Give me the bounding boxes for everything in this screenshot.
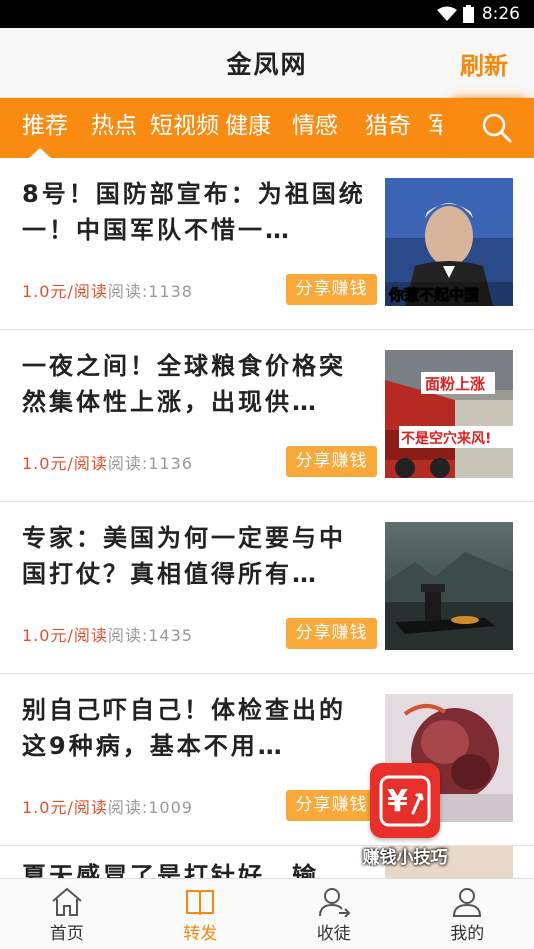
status-time: 8:26 (481, 4, 520, 24)
article-reads: 阅读:1435 (107, 626, 193, 645)
article-meta: 1.0元/阅读阅读:1435 (22, 622, 193, 646)
article-meta: 1.0元/阅读阅读:1136 (22, 450, 193, 474)
article-meta: 1.0元/阅读阅读:1009 (22, 794, 193, 818)
app-title: 金凤网 (226, 49, 308, 79)
share-earn-button[interactable]: 分享赚钱 (286, 274, 377, 305)
tab-recommend[interactable]: 推荐 (0, 98, 80, 158)
article-title: 8号！国防部宣布：为祖国统一！中国军队不惜一… (22, 180, 366, 244)
article-reads: 阅读:1136 (107, 454, 193, 473)
battery-icon (462, 5, 474, 23)
share-earn-button[interactable]: 分享赚钱 (286, 446, 377, 477)
nav-recruit[interactable]: 收徒 (267, 879, 401, 949)
profile-icon (453, 888, 482, 917)
tab-emotion[interactable]: 情感 (279, 98, 351, 158)
article-list: 8号！国防部宣布：为祖国统一！中国军队不惜一… 1.0元/阅读阅读:1138 分… (0, 158, 534, 878)
tab-health[interactable]: 健康 (221, 98, 279, 158)
add-user-icon (318, 888, 351, 917)
article-thumbnail[interactable] (385, 522, 513, 650)
wifi-icon (436, 6, 457, 21)
article-price: 1.0元/阅读 (22, 798, 108, 817)
article-meta: 1.0元/阅读阅读:1138 (22, 278, 193, 302)
bottom-navigation: 首页 转发 收徒 我的 (0, 878, 534, 949)
article-price: 1.0元/阅读 (22, 626, 108, 645)
article-price: 1.0元/阅读 (22, 454, 108, 473)
thumb-caption-1: 面粉上涨 (425, 375, 485, 393)
book-icon (186, 890, 215, 916)
home-icon (52, 887, 82, 916)
article-title: 一夜之间！全球粮食价格突然集体性上涨，出现供… (22, 352, 346, 416)
article-title: 专家：美国为何一定要与中国打仗？真相值得所有… (22, 524, 346, 588)
earning-tips-label: 赚钱小技巧 (362, 848, 448, 868)
tab-short-video[interactable]: 短视频 (148, 98, 221, 158)
share-earn-button[interactable]: 分享赚钱 (286, 618, 377, 649)
thumb-caption-2: 不是空穴来风! (401, 430, 491, 447)
money-icon: ¥ (370, 763, 440, 838)
article-reads: 阅读:1009 (107, 798, 193, 817)
nav-profile-label: 我的 (450, 924, 485, 944)
list-item[interactable]: 一夜之间！全球粮食价格突然集体性上涨，出现供… 1.0元/阅读阅读:1136 分… (0, 330, 534, 502)
refresh-button[interactable]: 刷新 (460, 46, 508, 81)
list-item[interactable]: 夏天感冒了是打针好，输 (0, 846, 534, 878)
tab-military[interactable]: 军 (424, 98, 442, 158)
article-reads: 阅读:1138 (107, 282, 193, 301)
article-price: 1.0元/阅读 (22, 282, 108, 301)
list-item[interactable]: 别自己吓自己！体检查出的这9种病，基本不用… 1.0元/阅读阅读:1009 分享… (0, 674, 534, 846)
list-item[interactable]: 专家：美国为何一定要与中国打仗？真相值得所有… 1.0元/阅读阅读:1435 分… (0, 502, 534, 674)
earning-tips-button[interactable]: ¥ 赚钱小技巧 (358, 763, 452, 868)
article-title: 夏天感冒了是打针好，输 (22, 862, 319, 878)
category-tabs: 推荐 热点 短视频 健康 情感 猎奇 军 (0, 98, 534, 158)
title-bar: 金凤网 刷新 (0, 28, 534, 98)
nav-home[interactable]: 首页 (0, 879, 134, 949)
article-thumbnail[interactable]: 面粉上涨 不是空穴来风! (385, 350, 513, 478)
nav-recruit-label: 收徒 (316, 924, 351, 944)
thumb-caption: 你惹不起中国 (388, 286, 479, 304)
money-icon-glyph: ¥ (387, 784, 408, 819)
status-bar: 8:26 (0, 0, 534, 28)
nav-forward[interactable]: 转发 (134, 879, 268, 949)
search-icon (482, 113, 512, 143)
list-item[interactable]: 8号！国防部宣布：为祖国统一！中国军队不惜一… 1.0元/阅读阅读:1138 分… (0, 158, 534, 330)
article-thumbnail[interactable]: 你惹不起中国 (385, 178, 513, 306)
tab-curious[interactable]: 猎奇 (351, 98, 424, 158)
article-title: 别自己吓自己！体检查出的这9种病，基本不用… (22, 696, 346, 760)
nav-home-label: 首页 (49, 924, 84, 944)
tab-hot[interactable]: 热点 (80, 98, 148, 158)
nav-profile[interactable]: 我的 (401, 879, 534, 949)
search-button[interactable] (460, 98, 534, 158)
nav-forward-label: 转发 (183, 924, 218, 944)
